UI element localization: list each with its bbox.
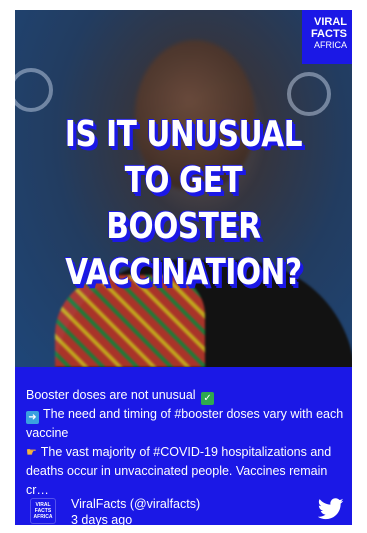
- post-timestamp[interactable]: 3 days ago: [71, 512, 132, 525]
- brand-logo-line-2: FACTS: [310, 28, 347, 40]
- headline-line-1: IS IT UNUSUAL: [64, 114, 303, 155]
- post-image[interactable]: IS IT UNUSUAL TO GET BOOSTER VACCINATION…: [15, 10, 352, 367]
- post-line-1: Booster doses are not unusual ✓: [26, 386, 346, 405]
- pointing-hand-icon: ☛: [26, 445, 37, 459]
- author-name[interactable]: ViralFacts (@viralfacts): [71, 496, 200, 512]
- avatar[interactable]: VIRAL FACTS AFRICA: [30, 498, 56, 524]
- check-mark-icon: ✓: [201, 392, 215, 405]
- post-footer: VIRAL FACTS AFRICA ViralFacts (@viralfac…: [15, 490, 352, 525]
- avatar-line-1: VIRAL: [35, 502, 51, 508]
- headline-line-2: TO GET BOOSTER: [106, 160, 261, 247]
- twitter-bird-icon[interactable]: [318, 498, 344, 520]
- brand-logo-line-3: AFRICA: [313, 40, 347, 50]
- post-line-2-text: The need and timing of #booster doses va…: [26, 407, 344, 440]
- headline-line-3: VACCINATION?: [65, 252, 302, 293]
- avatar-line-3: AFRICA: [33, 514, 53, 520]
- right-arrow-icon: ➜: [26, 411, 39, 424]
- brand-logo-line-1: VIRAL: [314, 16, 347, 28]
- brand-logo: VIRAL FACTS AFRICA: [302, 10, 352, 64]
- who-emblem-right: [287, 72, 331, 116]
- post-text: Booster doses are not unusual ✓ ➜ The nee…: [26, 386, 346, 500]
- post-line-2: ➜ The need and timing of #booster doses v…: [26, 405, 346, 443]
- post-line-1-text: Booster doses are not unusual: [26, 388, 196, 402]
- tweet-card[interactable]: IS IT UNUSUAL TO GET BOOSTER VACCINATION…: [15, 10, 352, 525]
- image-headline: IS IT UNUSUAL TO GET BOOSTER VACCINATION…: [45, 112, 321, 296]
